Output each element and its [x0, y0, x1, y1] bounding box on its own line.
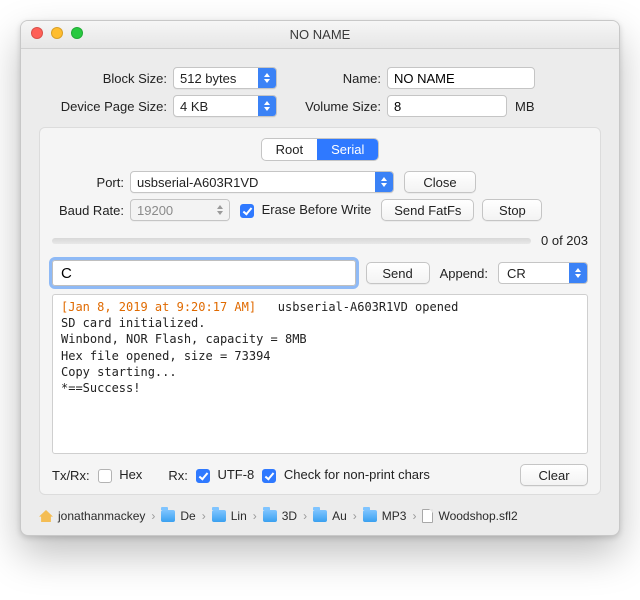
utf8-label: UTF-8	[217, 467, 254, 482]
nonprint-option[interactable]: Check for non-print chars	[262, 467, 430, 483]
app-window: NO NAME Block Size: 512 bytes Name: Devi…	[20, 20, 620, 536]
chevron-right-icon: ›	[198, 509, 210, 523]
name-label: Name:	[277, 71, 387, 86]
crumb-item[interactable]: Lin	[231, 509, 247, 523]
path-breadcrumb: jonathanmackey › De › Lin › 3D › Au › MP…	[39, 509, 601, 523]
chevron-updown-icon	[258, 68, 276, 88]
chevron-right-icon: ›	[147, 509, 159, 523]
chevron-updown-icon	[258, 96, 276, 116]
progress-bar	[52, 238, 531, 244]
log-line: Hex file opened, size = 73394	[61, 349, 271, 363]
crumb-item[interactable]: De	[180, 509, 195, 523]
chevron-updown-icon	[375, 172, 393, 192]
name-input[interactable]	[387, 67, 535, 89]
content-area: Block Size: 512 bytes Name: Device Page …	[21, 49, 619, 535]
baud-rate-label: Baud Rate:	[52, 203, 130, 218]
folder-icon	[161, 510, 175, 522]
crumb-item[interactable]: MP3	[382, 509, 407, 523]
rx-label: Rx:	[168, 468, 188, 483]
tab-root[interactable]: Root	[262, 139, 317, 160]
minimize-window-button[interactable]	[51, 27, 63, 39]
erase-before-write-checkbox[interactable]	[240, 204, 254, 218]
folder-icon	[313, 510, 327, 522]
clear-button[interactable]: Clear	[520, 464, 588, 486]
append-select[interactable]: CR	[498, 262, 588, 284]
block-size-label: Block Size:	[39, 71, 173, 86]
volume-size-input[interactable]	[387, 95, 507, 117]
utf8-option[interactable]: UTF-8	[196, 467, 254, 483]
crumb-item[interactable]: Au	[332, 509, 347, 523]
folder-icon	[263, 510, 277, 522]
log-line: *==Success!	[61, 381, 140, 395]
send-fatfs-button[interactable]: Send FatFs	[381, 199, 474, 221]
baud-rate-select: 19200	[130, 199, 230, 221]
hex-option[interactable]: Hex	[98, 467, 143, 483]
log-line-opened: usbserial-A603R1VD opened	[278, 300, 459, 314]
baud-rate-value: 19200	[137, 203, 173, 218]
hex-label: Hex	[119, 467, 142, 482]
append-label: Append:	[440, 266, 488, 281]
chevron-updown-icon	[211, 200, 229, 220]
device-page-size-value: 4 KB	[180, 99, 208, 114]
stop-button[interactable]: Stop	[482, 199, 542, 221]
append-value: CR	[507, 266, 526, 281]
tab-serial[interactable]: Serial	[317, 139, 378, 160]
device-page-size-label: Device Page Size:	[39, 99, 173, 114]
chevron-right-icon: ›	[299, 509, 311, 523]
volume-size-label: Volume Size:	[277, 99, 387, 114]
volume-size-unit: MB	[515, 99, 535, 114]
zoom-window-button[interactable]	[71, 27, 83, 39]
port-value: usbserial-A603R1VD	[137, 175, 258, 190]
erase-before-write-label: Erase Before Write	[262, 202, 372, 217]
block-size-select[interactable]: 512 bytes	[173, 67, 277, 89]
mode-segmented-control: Root Serial	[261, 138, 380, 161]
crumb-file[interactable]: Woodshop.sfl2	[438, 509, 517, 523]
log-output[interactable]: [Jan 8, 2019 at 9:20:17 AM] usbserial-A6…	[52, 294, 588, 454]
chevron-right-icon: ›	[249, 509, 261, 523]
nonprint-label: Check for non-print chars	[284, 467, 430, 482]
home-icon	[39, 510, 53, 522]
chevron-right-icon: ›	[349, 509, 361, 523]
titlebar[interactable]: NO NAME	[21, 21, 619, 49]
port-label: Port:	[52, 175, 130, 190]
serial-panel: Root Serial Port: usbserial-A603R1VD Clo…	[39, 127, 601, 495]
document-icon	[422, 509, 433, 523]
device-page-size-select[interactable]: 4 KB	[173, 95, 277, 117]
utf8-checkbox[interactable]	[196, 469, 210, 483]
hex-checkbox[interactable]	[98, 469, 112, 483]
port-select[interactable]: usbserial-A603R1VD	[130, 171, 394, 193]
erase-before-write-option[interactable]: Erase Before Write	[240, 202, 371, 218]
crumb-item[interactable]: 3D	[282, 509, 297, 523]
crumb-home[interactable]: jonathanmackey	[58, 509, 145, 523]
send-button[interactable]: Send	[366, 262, 430, 284]
close-port-button[interactable]: Close	[404, 171, 476, 193]
close-window-button[interactable]	[31, 27, 43, 39]
progress-text: 0 of 203	[541, 233, 588, 248]
folder-icon	[212, 510, 226, 522]
chevron-updown-icon	[569, 263, 587, 283]
log-line: Copy starting...	[61, 365, 177, 379]
log-timestamp: [Jan 8, 2019 at 9:20:17 AM]	[61, 300, 256, 314]
command-input[interactable]	[52, 260, 356, 286]
log-line: Winbond, NOR Flash, capacity = 8MB	[61, 332, 307, 346]
chevron-right-icon: ›	[408, 509, 420, 523]
txrx-label: Tx/Rx:	[52, 468, 90, 483]
window-title: NO NAME	[290, 27, 351, 42]
block-size-value: 512 bytes	[180, 71, 236, 86]
log-line: SD card initialized.	[61, 316, 206, 330]
folder-icon	[363, 510, 377, 522]
window-controls	[31, 27, 83, 39]
nonprint-checkbox[interactable]	[262, 469, 276, 483]
